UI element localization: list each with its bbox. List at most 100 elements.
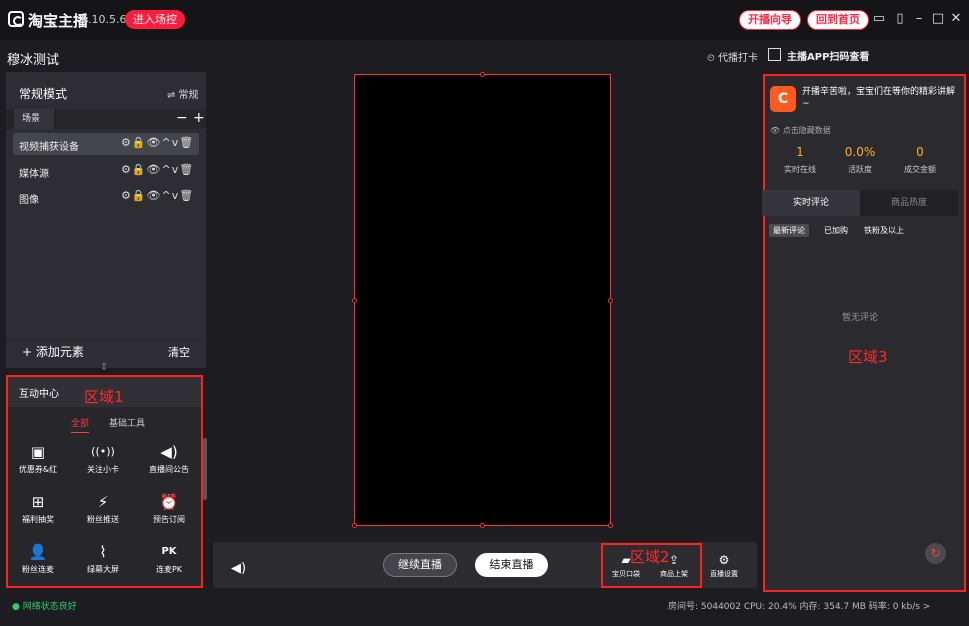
lightning-icon: ⚡	[97, 493, 109, 511]
filter-added-cart[interactable]: 已加购	[820, 224, 852, 237]
tool-label: 宝贝口袋	[612, 570, 640, 578]
source-item-media[interactable]: 媒体源 ⚙🔒👁︎^v🗑	[13, 160, 199, 182]
tool-lottery[interactable]: ⊞ 福利抽奖	[8, 493, 68, 525]
resize-handle-top[interactable]	[480, 72, 485, 77]
tab-scene[interactable]: 场景	[14, 109, 54, 129]
empty-comments: 暂无评论	[842, 313, 879, 323]
source-item-video-capture[interactable]: 视频捕获设备 ⚙🔒👁︎^v🗑	[13, 133, 199, 155]
notice-text: 开播辛苦啦，宝宝们在等你的精彩讲解~	[802, 87, 956, 109]
broadcast-icon: ((•))	[91, 445, 115, 458]
source-item-image[interactable]: 图像 ⚙🔒👁︎^v🗑	[13, 186, 199, 208]
tool-label: 连麦PK	[155, 565, 183, 574]
tab-live-comments[interactable]: 实时评论	[762, 190, 860, 216]
preview-canvas[interactable]	[354, 74, 611, 526]
tool-label: 福利抽奖	[22, 515, 54, 524]
app-version: 6.10.5.6	[81, 13, 127, 26]
tool-follow-card[interactable]: ((•)) 关注小卡	[73, 443, 133, 475]
file-icon[interactable]: ▯	[892, 11, 908, 27]
resize-handle-bottom[interactable]	[480, 523, 485, 528]
hide-data-label: 点击隐藏数据	[782, 126, 831, 135]
source-label: 图像	[19, 195, 39, 206]
chart-icon: ⌇	[99, 543, 107, 561]
mode-switch-button[interactable]: ⇌ 常规	[167, 86, 199, 101]
tool-green-screen[interactable]: ⌇ 绿幕大屏	[73, 543, 133, 575]
source-controls-icons[interactable]: ⚙🔒👁︎^v🗑	[121, 136, 194, 149]
upload-bag-icon: ⇪	[668, 553, 680, 567]
region-3-label: 区域3	[848, 348, 888, 366]
source-label: 视频捕获设备	[19, 142, 79, 153]
close-icon[interactable]: ✕	[948, 11, 964, 27]
end-live-button[interactable]: 结束直播	[475, 553, 548, 577]
pk-icon: PK	[161, 546, 177, 557]
clock-icon: ⏲	[707, 53, 718, 64]
coupon-icon: ▣	[30, 443, 46, 461]
treasure-bag-button[interactable]: ▰ 宝贝口袋	[606, 553, 646, 579]
interaction-title: 互动中心	[19, 389, 59, 400]
resize-handle-bottom-left[interactable]	[352, 523, 357, 528]
add-scene-icon[interactable]: +	[193, 110, 205, 126]
refresh-icon[interactable]: ↻	[925, 543, 946, 564]
stat-online-value: 1	[796, 145, 804, 159]
tool-label: 粉丝连麦	[22, 565, 54, 574]
filter-loyal-fans[interactable]: 铁粉及以上	[860, 224, 908, 237]
remove-scene-icon[interactable]: −	[176, 110, 188, 126]
add-element-button[interactable]: + 添加元素	[22, 343, 84, 360]
region-1-label: 区域1	[84, 388, 124, 406]
stat-activity-value: 0.0%	[844, 145, 876, 159]
filter-latest[interactable]: 最新评论	[769, 224, 809, 237]
tool-label: 优惠券&红	[18, 465, 58, 474]
tool-label: 直播间公告	[149, 465, 189, 474]
source-controls-icons[interactable]: ⚙🔒👁︎^v🗑	[121, 189, 194, 202]
eye-icon: 👁︎	[770, 126, 783, 135]
tool-label: 粉丝推送	[87, 515, 119, 524]
bag-icon: ▰	[621, 553, 631, 567]
clockin-label: 代播打卡	[717, 53, 758, 64]
tool-preview-subscribe[interactable]: ⏰ 预告订阅	[139, 493, 199, 525]
resize-handle-icon[interactable]: ⇕	[100, 362, 108, 373]
minimize-icon[interactable]: –	[911, 11, 927, 27]
product-list-button[interactable]: ⇪ 商品上架	[654, 553, 694, 579]
stat-sales-label: 成交金额	[904, 165, 936, 174]
stat-online-label: 实时在线	[784, 165, 816, 174]
tool-label: 关注小卡	[87, 465, 119, 474]
tool-fan-mic[interactable]: 👤 粉丝连麦	[8, 543, 68, 575]
room-stats: 房间号: 5044002 CPU: 20.4% 内存: 354.7 MB 码率:…	[668, 602, 931, 612]
source-label: 媒体源	[19, 169, 49, 180]
mode-label: 常规模式	[19, 87, 68, 101]
tool-coupon[interactable]: ▣ 优惠券&红	[8, 443, 68, 475]
continue-live-button[interactable]: 继续直播	[383, 553, 457, 577]
enter-control-button[interactable]: 进入场控	[125, 10, 185, 29]
network-status: ● 网络状态良好	[12, 602, 77, 612]
tool-label: 绿幕大屏	[87, 565, 119, 574]
back-home-button[interactable]: 回到首页	[807, 10, 869, 30]
tab-basic-tools[interactable]: 基础工具	[109, 416, 145, 429]
stat-activity-label: 活跃度	[848, 165, 872, 174]
clear-button[interactable]: 清空	[168, 344, 190, 360]
app-logo-icon	[8, 11, 24, 27]
tab-all[interactable]: 全部	[71, 416, 90, 433]
speaker-icon: ◀)	[160, 443, 178, 461]
hide-data-toggle[interactable]: 👁︎ 点击隐藏数据	[770, 125, 831, 136]
resize-handle-bottom-right[interactable]	[608, 523, 613, 528]
taobao-live-logo-icon: C	[770, 86, 796, 112]
volume-icon[interactable]: ◀)	[231, 561, 246, 576]
gift-icon: ⊞	[31, 493, 45, 511]
tab-product-heat[interactable]: 商品热度	[860, 190, 958, 216]
qr-scan-label[interactable]: 主播APP扫码查看	[787, 48, 869, 63]
resize-handle-right[interactable]	[608, 298, 613, 303]
qr-scan-icon[interactable]	[768, 48, 781, 61]
resize-handle-left[interactable]	[352, 298, 357, 303]
gear-icon: ⚙	[718, 553, 730, 567]
live-settings-button[interactable]: ⚙ 直播设置	[704, 553, 744, 579]
maximize-icon[interactable]: □	[930, 11, 946, 27]
source-controls-icons[interactable]: ⚙🔒👁︎^v🗑	[121, 163, 194, 176]
page-title: 穆冰测试	[7, 53, 60, 68]
interaction-scrollbar[interactable]	[203, 438, 207, 500]
alarm-icon: ⏰	[159, 493, 179, 511]
tool-fan-push[interactable]: ⚡ 粉丝推送	[73, 493, 133, 525]
tool-pk[interactable]: PK 连麦PK	[139, 543, 199, 575]
clockin-button[interactable]: ⏲ 代播打卡	[707, 49, 758, 64]
broadcast-guide-button[interactable]: 开播向导	[739, 10, 801, 30]
chat-icon[interactable]: ▭	[871, 11, 887, 27]
tool-announcement[interactable]: ◀) 直播间公告	[139, 443, 199, 475]
